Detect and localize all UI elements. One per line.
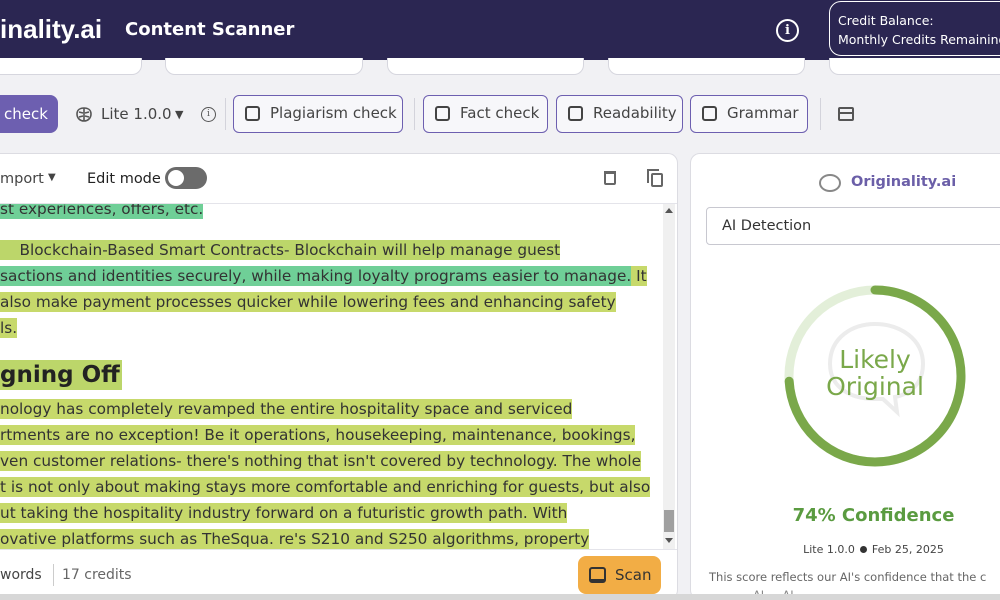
word-count: words [0, 567, 42, 583]
import-button[interactable]: mport [0, 171, 44, 187]
text-line: nology has completely revamped the entir… [0, 399, 573, 419]
tab-card[interactable] [387, 58, 584, 75]
ai-check-button[interactable]: check [0, 95, 58, 133]
divider [53, 564, 54, 586]
edit-mode-label: Edit mode [87, 171, 161, 187]
scan-label: Scan [615, 566, 652, 584]
app-logo[interactable]: inality.ai [0, 14, 102, 45]
window-bottom-edge [0, 594, 1000, 600]
brain-icon [819, 174, 841, 192]
text-line: st experiences, offers, etc. [0, 204, 204, 219]
toggle-knob [168, 170, 184, 186]
project-tab-strip [0, 58, 1000, 78]
verdict-label: Likely Original [801, 346, 949, 400]
detection-type-select[interactable]: AI Detection [706, 207, 1000, 245]
text-line: It [631, 266, 647, 286]
verdict-line: Original [826, 372, 924, 401]
scrollbar-thumb[interactable] [664, 510, 674, 532]
model-version: Lite 1.0.0 [803, 543, 855, 556]
tab-card[interactable] [829, 58, 1000, 75]
confidence-score: 74% Confidence [792, 505, 955, 526]
checkbox-icon [245, 106, 260, 121]
verdict-line: Likely [839, 345, 911, 374]
tab-card[interactable] [608, 58, 805, 75]
editor-header: mport ▼ Edit mode [0, 154, 677, 204]
calendar-icon[interactable] [838, 107, 854, 121]
grammar-toggle[interactable]: Grammar [690, 95, 808, 133]
readability-label: Readability [593, 104, 677, 122]
trash-icon[interactable] [604, 171, 616, 185]
scan-options-toolbar: check Lite 1.0.0 ▼ i Plagiarism check Fa… [0, 78, 1000, 150]
text-line: also make payment processes quicker whil… [0, 292, 616, 312]
checkbox-icon [435, 106, 450, 121]
page-title: Content Scanner [125, 19, 295, 40]
scan-meta: Lite 1.0.0 Feb 25, 2025 [691, 543, 1000, 556]
info-icon[interactable]: i [201, 107, 216, 122]
tab-card[interactable] [165, 58, 363, 75]
edit-mode-toggle[interactable] [165, 167, 207, 189]
scan-date: Feb 25, 2025 [871, 543, 944, 556]
credit-cost: 17 credits [62, 567, 132, 583]
info-icon[interactable]: i [776, 19, 799, 42]
scan-icon [589, 567, 606, 583]
text-line: t is not only about making stays more co… [0, 477, 651, 497]
fact-check-label: Fact check [460, 104, 540, 122]
top-bar: inality.ai Content Scanner i Credit Bala… [0, 0, 1000, 60]
chevron-down-icon[interactable]: ▼ [175, 105, 183, 125]
model-select[interactable]: Lite 1.0.0 [101, 105, 172, 123]
divider [820, 98, 821, 130]
readability-toggle[interactable]: Readability [556, 95, 683, 133]
scan-button[interactable]: Scan [578, 556, 661, 594]
text-line: ls. [0, 318, 18, 338]
results-brand: Originality.ai [851, 174, 957, 190]
score-explanation: This score reflects our AI's confidence … [709, 570, 987, 584]
brain-icon [76, 107, 92, 122]
text-line: ovative platforms such as TheSqua. re's … [0, 529, 590, 549]
checkbox-icon [702, 106, 717, 121]
fact-check-toggle[interactable]: Fact check [423, 95, 548, 133]
text-line: sactions and identities securely, while … [0, 266, 632, 286]
tab-card[interactable] [0, 58, 142, 75]
text-line: Blockchain-Based Smart Contracts- Blockc… [0, 240, 561, 260]
bullet-icon [859, 545, 867, 553]
divider [225, 98, 226, 130]
plagiarism-check-label: Plagiarism check [270, 104, 397, 122]
credit-balance-panel[interactable]: Credit Balance: Monthly Credits Remainin… [829, 1, 1000, 56]
section-heading: gning Off [0, 360, 122, 390]
scroll-up-arrow[interactable] [665, 208, 673, 213]
editor-panel: mport ▼ Edit mode st experiences, offers… [0, 153, 678, 600]
credit-balance-label: Credit Balance: [838, 13, 934, 28]
scrollbar[interactable] [663, 204, 675, 549]
text-line: ut taking the hospitality industry forwa… [0, 503, 568, 523]
editor-footer: words 17 credits Scan [0, 549, 677, 599]
copy-icon[interactable] [647, 169, 663, 187]
text-line: ven customer relations- there's nothing … [0, 451, 642, 471]
text-line: rtments are no exception! Be it operatio… [0, 425, 636, 445]
scroll-down-arrow[interactable] [665, 538, 673, 543]
grammar-label: Grammar [727, 104, 799, 122]
results-panel: Originality.ai AI Detection Likely Origi… [690, 153, 1000, 600]
chevron-down-icon[interactable]: ▼ [48, 172, 56, 183]
checkbox-icon [568, 106, 583, 121]
document-text[interactable]: st experiences, offers, etc. Blockchain-… [0, 204, 660, 549]
plagiarism-check-toggle[interactable]: Plagiarism check [233, 95, 403, 133]
monthly-credits-label: Monthly Credits Remaining [838, 32, 1000, 47]
divider [414, 98, 415, 130]
